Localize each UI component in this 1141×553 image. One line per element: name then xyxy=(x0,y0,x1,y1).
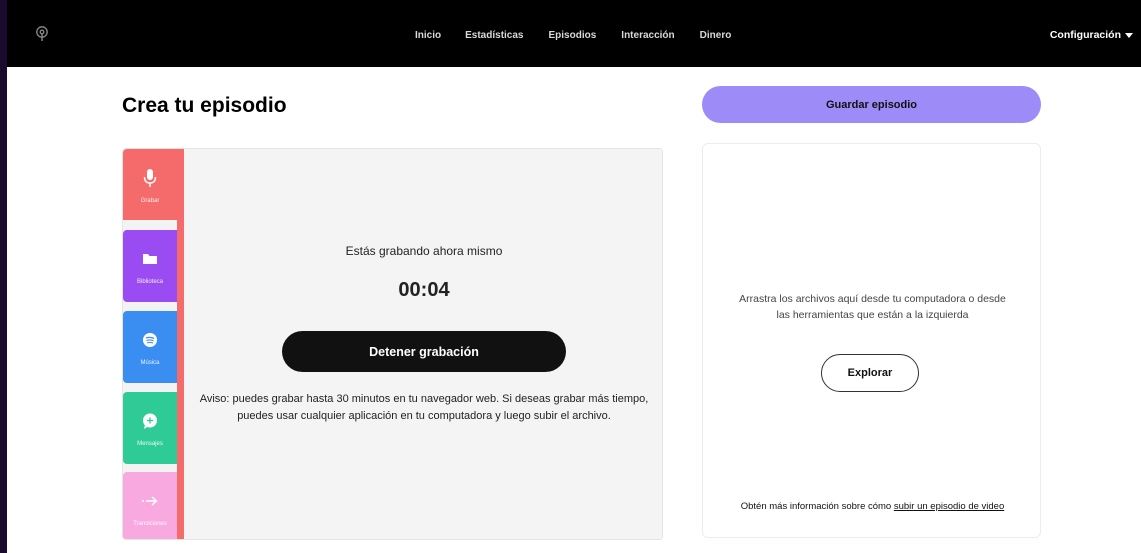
page-title: Crea tu episodio xyxy=(122,94,287,117)
video-episode-link[interactable]: subir un episodio de video xyxy=(894,501,1004,512)
recorder-panel: Grabar Biblioteca Música Mensajes Transi… xyxy=(122,148,663,540)
config-label: Configuración xyxy=(1049,29,1121,41)
recording-status: Estás grabando ahora mismo xyxy=(345,244,503,258)
save-episode-button[interactable]: Guardar episodio xyxy=(702,86,1041,123)
nav-episodios[interactable]: Episodios xyxy=(549,30,597,41)
recording-area: Estás grabando ahora mismo 00:04 Detener… xyxy=(184,149,662,539)
tool-musica[interactable]: Música xyxy=(123,311,177,383)
config-menu[interactable]: Configuración xyxy=(1050,29,1133,41)
window-frame xyxy=(0,0,7,553)
nav-dinero[interactable]: Dinero xyxy=(700,30,732,41)
recording-notice: Aviso: puedes grabar hasta 30 minutos en… xyxy=(199,393,649,422)
folder-icon xyxy=(143,254,157,264)
tool-mensajes[interactable]: Mensajes xyxy=(123,392,177,464)
stop-recording-button[interactable]: Detener grabación xyxy=(282,331,566,372)
main-content: Crea tu episodio Grabar Biblioteca Músic… xyxy=(7,67,1141,553)
footer-text: Obtén más información sobre cómo xyxy=(740,501,894,512)
explore-button[interactable]: Explorar xyxy=(821,354,919,392)
spotify-icon xyxy=(143,333,157,347)
dropzone-footer: Obtén más información sobre cómo subir u… xyxy=(703,501,1042,512)
message-plus-icon xyxy=(143,413,157,429)
active-tool-indicator xyxy=(177,149,184,539)
nav-estadisticas[interactable]: Estadísticas xyxy=(465,30,523,41)
tool-label: Biblioteca xyxy=(136,279,163,285)
file-dropzone[interactable]: Arrastra los archivos aquí desde tu comp… xyxy=(702,143,1041,538)
top-navigation-bar: Inicio Estadísticas Episodios Interacció… xyxy=(7,0,1141,67)
dropzone-text: Arrastra los archivos aquí desde tu comp… xyxy=(739,293,1006,321)
tool-grabar[interactable]: Grabar xyxy=(123,149,180,220)
podcast-icon[interactable] xyxy=(35,26,49,42)
nav-interaccion[interactable]: Interacción xyxy=(621,30,674,41)
arrow-right-icon xyxy=(142,496,158,506)
recording-timer: 00:04 xyxy=(398,279,450,301)
tool-biblioteca[interactable]: Biblioteca xyxy=(123,230,177,302)
microphone-icon xyxy=(143,169,157,187)
caret-down-icon xyxy=(1125,33,1133,38)
tool-label: Grabar xyxy=(140,198,160,204)
tool-transiciones[interactable]: Transiciones xyxy=(123,472,177,539)
tool-sidebar: Grabar Biblioteca Música Mensajes Transi… xyxy=(123,149,183,539)
main-nav: Inicio Estadísticas Episodios Interacció… xyxy=(415,30,756,41)
tool-label: Transiciones xyxy=(133,521,167,527)
tool-label: Música xyxy=(140,360,160,366)
tool-label: Mensajes xyxy=(137,441,163,447)
nav-inicio[interactable]: Inicio xyxy=(415,30,441,41)
